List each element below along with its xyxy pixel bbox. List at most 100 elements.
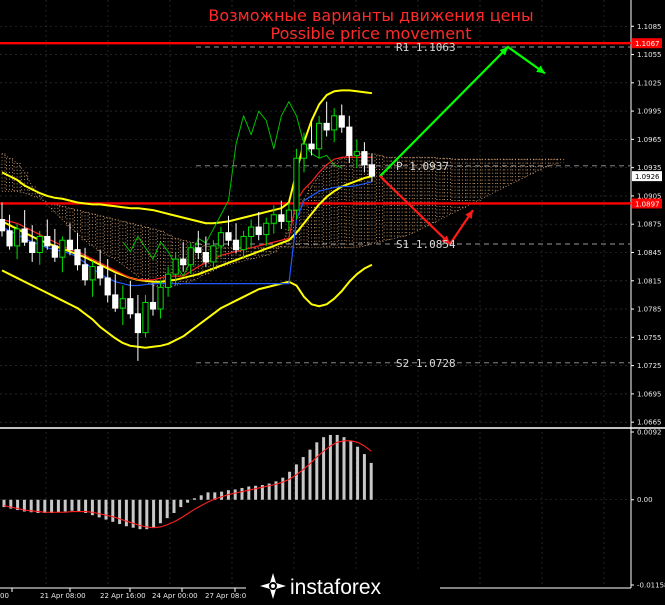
histogram-bar — [145, 499, 149, 530]
candle-body — [285, 209, 292, 222]
histogram-bar — [70, 499, 74, 511]
candle-body — [21, 228, 28, 243]
candle-body — [308, 143, 315, 150]
histogram-bar — [172, 499, 176, 513]
candle-body — [240, 235, 247, 251]
candle-body — [263, 222, 270, 236]
candle-body — [29, 241, 36, 253]
candle-body — [248, 226, 255, 237]
histogram-bar — [240, 487, 244, 500]
candle-body — [89, 266, 96, 281]
histogram-bar — [362, 454, 366, 500]
candle-body — [14, 228, 21, 247]
candle-body — [210, 245, 217, 263]
candle-body — [81, 264, 89, 281]
candle-body — [346, 126, 353, 156]
pivot-level-label: S2 1.0728 — [396, 357, 456, 370]
logo-text: instaforex — [290, 576, 382, 599]
price-tick-label: 1.0845 — [637, 249, 662, 257]
candle-body — [0, 219, 6, 232]
histogram-bar — [179, 499, 183, 508]
price-badge-label: 1.0897 — [635, 200, 660, 208]
histogram-bar — [192, 498, 196, 500]
histogram-bar — [247, 486, 251, 500]
candle-body — [149, 301, 157, 310]
histogram-bar — [254, 485, 258, 500]
candle-body — [6, 230, 13, 247]
histogram-bar — [111, 499, 115, 522]
time-tick-label: 00 — [0, 592, 9, 600]
histogram-bar — [77, 499, 81, 512]
candle-body — [104, 277, 111, 296]
price-tick-label: 1.0695 — [637, 390, 662, 398]
candle-body — [217, 232, 225, 247]
price-tick-label: 1.0875 — [637, 221, 662, 229]
candle-body — [187, 247, 194, 266]
histogram-bar — [342, 437, 346, 500]
histogram-bar — [50, 499, 54, 513]
title-english: Possible price movement — [271, 24, 472, 43]
pivot-level-label: S1 1.0854 — [396, 238, 456, 251]
oscillator-tick-label: -0.01158 — [637, 582, 665, 590]
candle-body — [368, 164, 376, 177]
histogram-bar — [206, 492, 210, 500]
histogram-bar — [233, 489, 237, 500]
pivot-level-label: P 1.0937 — [396, 160, 449, 173]
oscillator-tick-label: 0.0092 — [637, 429, 662, 437]
candle-body — [316, 122, 323, 150]
histogram-bar — [97, 499, 101, 518]
candle-body — [36, 235, 43, 253]
trading-chart: R1 1.1063P 1.0937S1 1.0854S2 1.0728 1.10… — [0, 0, 665, 605]
instaforex-logo: instaforex — [246, 570, 440, 605]
price-tick-label: 1.0935 — [637, 164, 662, 172]
candle-body — [119, 298, 126, 309]
price-tick-label: 1.0995 — [637, 108, 662, 116]
oscillator-tick-label: 0.00 — [637, 496, 653, 504]
histogram-bar — [315, 442, 319, 500]
histogram-bar — [369, 462, 373, 500]
candle-body — [225, 232, 232, 241]
candle-body — [331, 115, 338, 131]
histogram-bar — [288, 471, 292, 500]
histogram-bar — [186, 499, 190, 503]
histogram-bar — [152, 499, 156, 528]
histogram-bar — [63, 499, 67, 512]
price-tick-label: 1.0665 — [637, 419, 662, 427]
candle-body — [338, 115, 345, 128]
candle-body — [255, 226, 262, 236]
candle-body — [97, 266, 104, 279]
time-tick-label: 21 Apr 08:00 — [40, 592, 86, 600]
histogram-bar — [124, 499, 128, 527]
candle-body — [293, 157, 300, 211]
price-tick-label: 1.0815 — [637, 277, 662, 285]
histogram-bar — [322, 437, 326, 500]
histogram-bar — [56, 499, 60, 513]
histogram-bar — [308, 449, 312, 500]
histogram-bar — [165, 499, 169, 519]
candle-body — [51, 245, 58, 258]
histogram-bar — [356, 446, 360, 500]
candle-body — [142, 301, 149, 334]
candle-body — [353, 151, 360, 156]
candle-body — [232, 239, 240, 251]
histogram-bar — [43, 499, 47, 513]
histogram-bar — [118, 499, 122, 525]
time-tick-label: 27 Apr 08:00 — [205, 592, 251, 600]
candle-body — [278, 214, 285, 222]
candle-body — [66, 239, 74, 251]
candle-body — [180, 258, 187, 266]
histogram-bar — [349, 440, 353, 500]
histogram-bar — [301, 457, 305, 500]
price-tick-label: 1.0725 — [637, 362, 662, 370]
candle-body — [195, 247, 202, 253]
candle-body — [59, 239, 66, 258]
candle-body — [157, 286, 164, 310]
price-tick-label: 1.0755 — [637, 334, 662, 342]
candle-body — [323, 122, 330, 131]
histogram-bar — [220, 491, 224, 500]
candle-body — [127, 298, 134, 315]
price-badge-label: 1.1067 — [635, 40, 660, 48]
time-tick-label: 22 Apr 16:00 — [100, 592, 146, 600]
candle-body — [134, 313, 142, 334]
candle-body — [165, 273, 172, 288]
